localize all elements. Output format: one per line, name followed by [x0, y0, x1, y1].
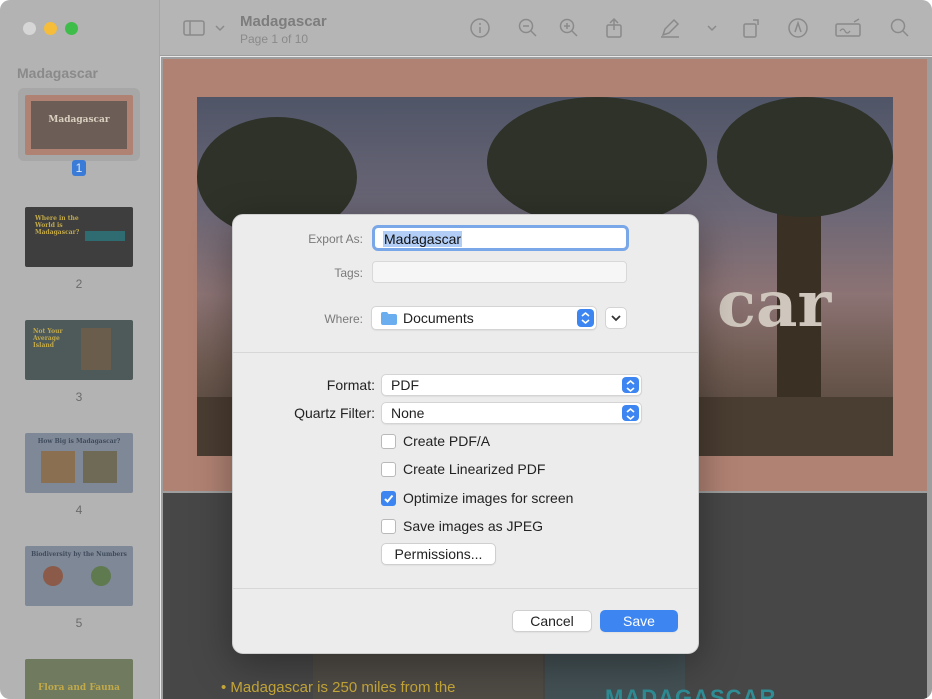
quartz-filter-label: Quartz Filter: — [294, 405, 375, 421]
create-pdfa-checkbox[interactable] — [381, 434, 396, 449]
thumbnail-page-number: 1 — [71, 160, 87, 176]
thumbnail-page-number: 5 — [75, 616, 83, 630]
optimize-images-label: Optimize images for screen — [403, 490, 574, 506]
cover-title: car — [717, 267, 832, 342]
format-stepper-icon — [622, 377, 639, 393]
thumbnail-image: Flora and Fauna — [25, 659, 133, 699]
thumbnail-page-number: 2 — [75, 277, 83, 291]
where-label: Where: — [324, 312, 363, 326]
share-icon[interactable] — [602, 16, 626, 40]
thumbnail-title: Madagascar — [48, 115, 110, 125]
export-as-value: Madagascar — [383, 231, 463, 247]
markup-pen-icon[interactable] — [658, 16, 682, 40]
cancel-button[interactable]: Cancel — [512, 610, 592, 632]
folder-icon — [381, 312, 397, 325]
signature-icon[interactable] — [834, 16, 862, 40]
minimize-window-button[interactable] — [44, 22, 57, 35]
thumbnail-image: Not Your Average Island — [25, 320, 133, 380]
optimize-images-checkbox[interactable] — [381, 491, 396, 506]
thumbnail-page-6[interactable]: Flora and Fauna — [18, 659, 140, 699]
thumbnail-image: Biodiversity by the Numbers — [25, 546, 133, 606]
dialog-divider — [233, 352, 698, 353]
zoom-window-button[interactable] — [65, 22, 78, 35]
document-title: Madagascar — [240, 13, 327, 30]
thumbnail-page-3[interactable]: Not Your Average Island 3 — [18, 320, 140, 404]
checkmark-icon — [384, 494, 394, 503]
thumbnail-page-number: 4 — [75, 503, 83, 517]
where-value: Documents — [403, 310, 474, 326]
permissions-button[interactable]: Permissions... — [381, 543, 496, 565]
quartz-filter-popup[interactable]: None — [381, 402, 642, 424]
annotate-icon[interactable] — [786, 16, 810, 40]
page2-bullet-text: • Madagascar is 250 miles from the — [221, 679, 456, 696]
zoom-out-icon[interactable] — [516, 16, 540, 40]
create-pdfa-label: Create PDF/A — [403, 433, 491, 449]
export-as-label: Export As: — [308, 232, 363, 246]
zoom-in-icon[interactable] — [557, 16, 581, 40]
page2-logo: MADAGASCAR — [605, 685, 777, 699]
thumbnail-image: Where in the World is Madagascar? — [25, 207, 133, 267]
format-value: PDF — [391, 377, 419, 393]
thumbnail-page-2[interactable]: Where in the World is Madagascar? 2 — [18, 207, 140, 291]
format-label: Format: — [326, 377, 375, 393]
tags-field[interactable] — [372, 261, 627, 283]
quartz-filter-stepper-icon — [622, 405, 639, 421]
thumbnail-image: How Big is Madagascar? — [25, 433, 133, 493]
sidebar-toggle-icon[interactable] — [182, 16, 206, 40]
chevron-down-icon[interactable] — [208, 16, 225, 40]
info-icon[interactable] — [468, 16, 492, 40]
thumbnail-image: Madagascar — [25, 95, 133, 155]
sidebar: Madagascar Madagascar 1 Where in the Wor… — [0, 0, 160, 699]
search-icon[interactable] — [888, 16, 912, 40]
create-linearized-pdf-label: Create Linearized PDF — [403, 461, 546, 477]
thumbnail-title: Flora and Fauna — [38, 683, 120, 693]
markup-options-chevron-icon[interactable] — [700, 16, 717, 40]
thumbnail-page-number: 3 — [75, 390, 83, 404]
thumbnail-title: Biodiversity by the Numbers — [31, 551, 127, 558]
tags-label: Tags: — [334, 266, 363, 280]
quartz-filter-value: None — [391, 405, 425, 421]
preview-window: Madagascar Madagascar 1 Where in the Wor… — [0, 0, 932, 699]
save-button[interactable]: Save — [600, 610, 678, 632]
document-page-indicator: Page 1 of 10 — [240, 32, 309, 46]
thumbnail-title: Where in the World is Madagascar? — [35, 215, 80, 236]
format-popup[interactable]: PDF — [381, 374, 642, 396]
rotate-icon[interactable] — [740, 16, 764, 40]
sidebar-title: Madagascar — [17, 65, 98, 81]
toolbar: Madagascar Page 1 of 10 — [160, 0, 932, 56]
thumbnail-title: Not Your Average Island — [33, 328, 63, 349]
dialog-divider — [233, 588, 698, 589]
where-popup[interactable]: Documents — [371, 306, 597, 330]
create-linearized-pdf-checkbox[interactable] — [381, 462, 396, 477]
thumbnail-page-1[interactable]: Madagascar 1 — [18, 95, 140, 177]
thumbnail-page-4[interactable]: How Big is Madagascar? 4 — [18, 433, 140, 517]
export-as-field[interactable]: Madagascar — [372, 225, 629, 251]
save-images-jpeg-checkbox[interactable] — [381, 519, 396, 534]
chevron-down-icon — [611, 315, 621, 322]
close-window-button[interactable] — [23, 22, 36, 35]
where-stepper-icon — [577, 309, 594, 327]
thumbnail-title: How Big is Madagascar? — [37, 438, 121, 445]
export-dialog: Export As: Madagascar Tags: Where: Docum… — [232, 214, 699, 654]
expand-location-button[interactable] — [605, 307, 627, 329]
thumbnail-page-5[interactable]: Biodiversity by the Numbers 5 — [18, 546, 140, 630]
save-images-jpeg-label: Save images as JPEG — [403, 518, 544, 534]
